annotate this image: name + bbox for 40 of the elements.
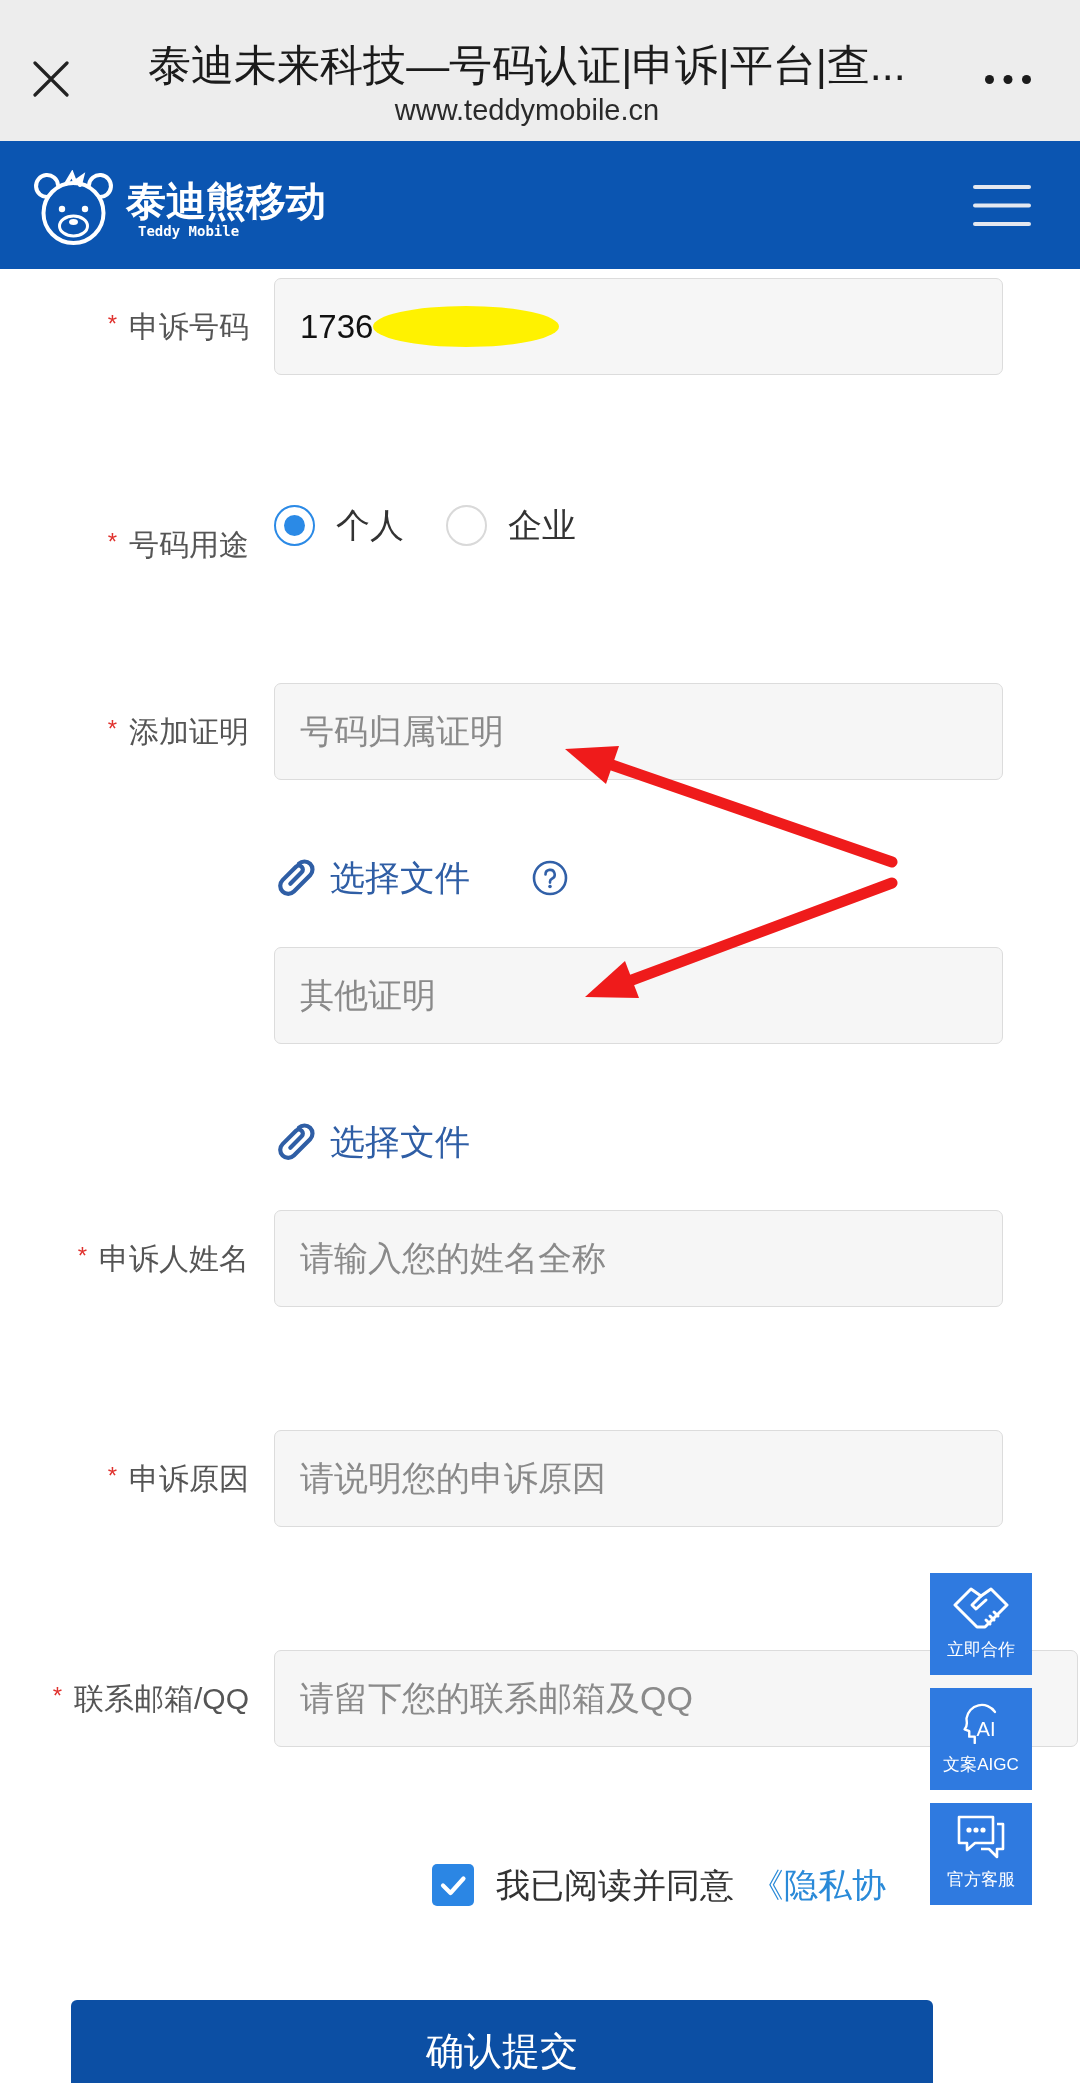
agreement-text: 我已阅读并同意 — [496, 1865, 734, 1906]
radio-label[interactable]: 个人 — [336, 505, 404, 545]
field-label: 申诉号码 — [129, 308, 249, 345]
field-label: 联系邮箱/QQ — [74, 1680, 249, 1717]
menu-icon[interactable] — [973, 184, 1031, 226]
radio-button[interactable] — [274, 504, 315, 546]
input-field[interactable]: 其他证明 — [274, 947, 1003, 1044]
input-field[interactable]: 请输入您的姓名全称 — [274, 1210, 1003, 1307]
input-field[interactable]: 1736 — [274, 278, 1003, 375]
field-label: 申诉原因 — [129, 1460, 249, 1497]
required-asterisk: * — [107, 713, 117, 744]
input-field[interactable]: 号码归属证明 — [274, 683, 1003, 780]
logo-text: 泰迪熊移动 — [126, 177, 326, 224]
side-action-button[interactable]: 官方客服 — [930, 1803, 1032, 1905]
field-label: 号码用途 — [129, 527, 249, 563]
submit-button[interactable]: 确认提交 — [71, 2000, 933, 2083]
chat-bubbles-icon — [957, 1815, 1005, 1859]
more-icon[interactable] — [985, 75, 1031, 84]
handshake-icon — [953, 1585, 1009, 1629]
page-url: www.teddymobile.cn — [394, 93, 660, 128]
page-title: 泰迪未来科技—号码认证|申诉|平台|查... — [148, 40, 906, 90]
logo-tagline: Teddy Mobile — [138, 223, 240, 239]
close-icon[interactable] — [33, 61, 69, 97]
side-action-button[interactable]: 立即合作 — [930, 1573, 1032, 1675]
required-asterisk: * — [77, 1240, 87, 1271]
choose-file-link[interactable]: 选择文件 — [274, 1120, 470, 1164]
help-icon[interactable] — [532, 860, 568, 896]
checkbox[interactable] — [432, 1864, 474, 1906]
required-asterisk: * — [107, 308, 117, 339]
input-field[interactable]: 请说明您的申诉原因 — [274, 1430, 1003, 1527]
field-label: 添加证明 — [129, 713, 249, 750]
side-action-button[interactable]: AI 文案AIGC — [930, 1688, 1032, 1790]
field-label: 申诉人姓名 — [99, 1240, 249, 1277]
required-asterisk: * — [52, 1680, 62, 1711]
required-asterisk: * — [107, 527, 117, 557]
privacy-link[interactable]: 《隐私协 — [750, 1864, 886, 1906]
required-asterisk: * — [107, 1460, 117, 1491]
choose-file-link[interactable]: 选择文件 — [274, 856, 470, 900]
radio-label[interactable]: 企业 — [508, 505, 576, 545]
bear-logo-icon — [31, 170, 116, 246]
